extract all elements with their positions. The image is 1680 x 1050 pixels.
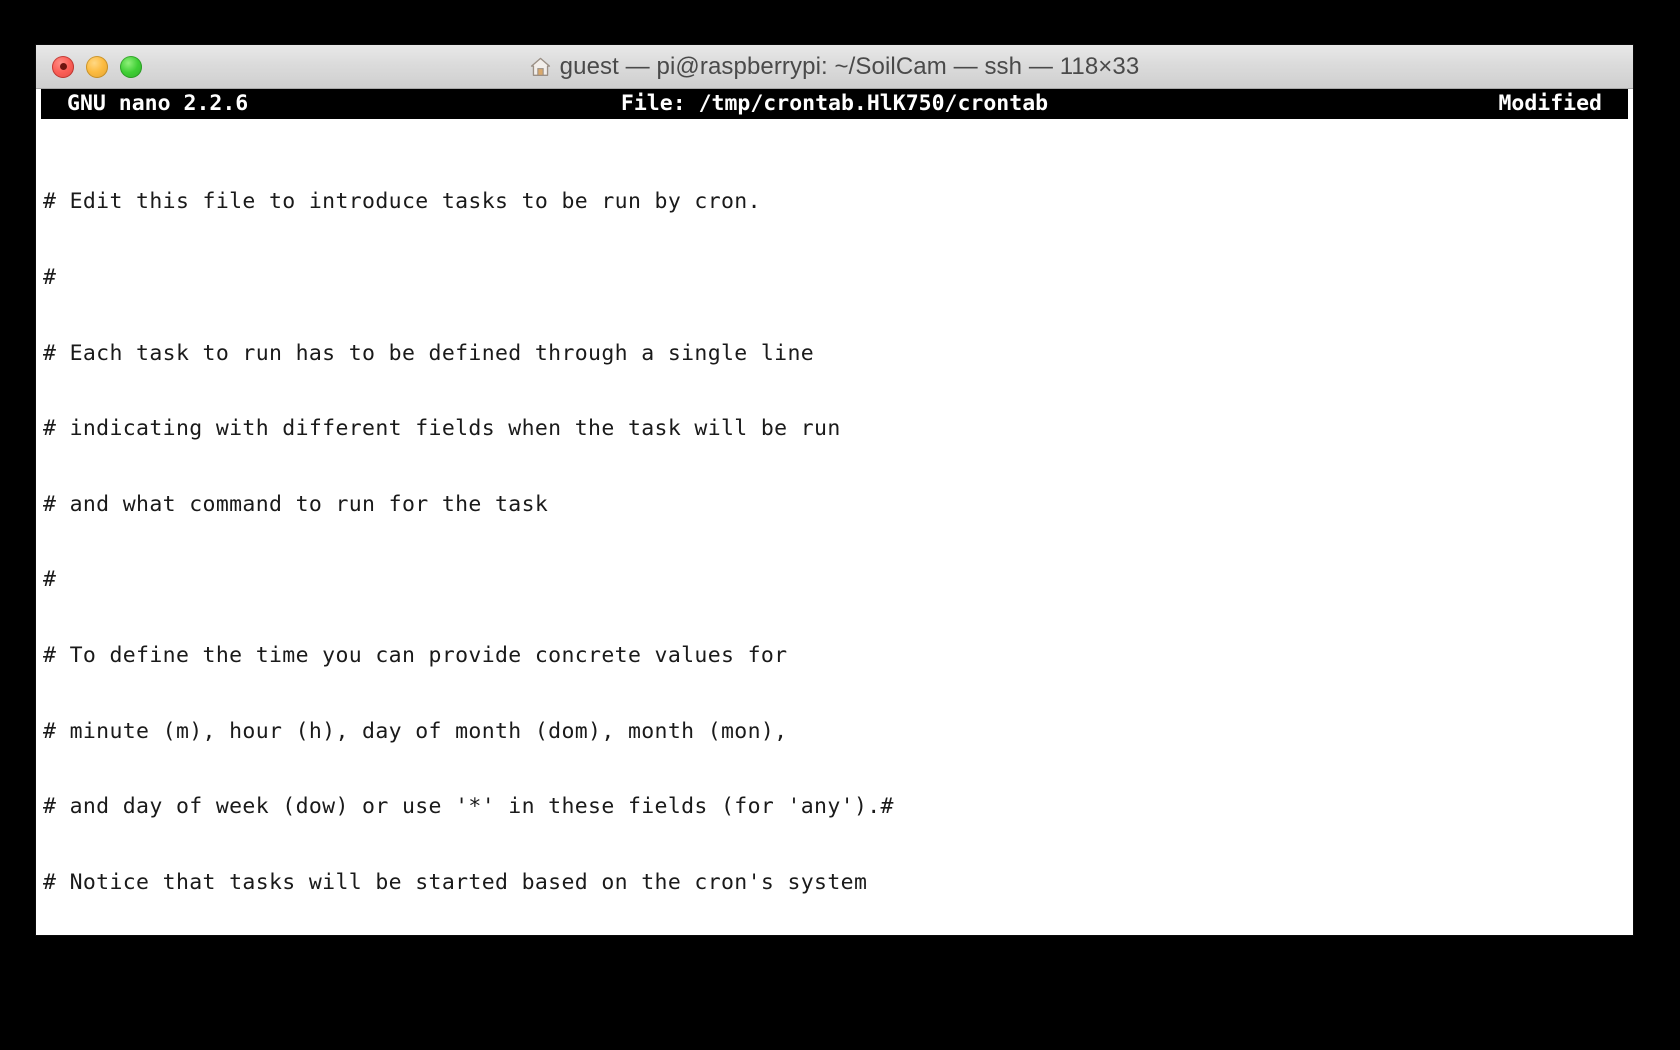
code-line: # Edit this file to introduce tasks to b… bbox=[43, 189, 761, 215]
nano-text-area[interactable]: # Edit this file to introduce tasks to b… bbox=[41, 121, 1628, 935]
nano-status-bar: GNU nano 2.2.6 File: /tmp/crontab.HlK750… bbox=[41, 89, 1628, 119]
window-title-bar[interactable]: guest — pi@raspberrypi: ~/SoilCam — ssh … bbox=[36, 45, 1633, 89]
code-line: # bbox=[43, 265, 57, 290]
window-title-text: guest — pi@raspberrypi: ~/SoilCam — ssh … bbox=[559, 52, 1140, 80]
minimize-window-button[interactable] bbox=[86, 55, 108, 78]
code-line: # Notice that tasks will be started base… bbox=[43, 869, 868, 895]
code-line: # and day of week (dow) or use '*' in th… bbox=[43, 794, 894, 820]
close-window-button[interactable] bbox=[52, 55, 74, 78]
window-controls bbox=[52, 55, 142, 78]
window-title: guest — pi@raspberrypi: ~/SoilCam — ssh … bbox=[36, 53, 1633, 81]
nano-editor[interactable]: GNU nano 2.2.6 File: /tmp/crontab.HlK750… bbox=[36, 89, 1633, 935]
code-line: # bbox=[43, 567, 57, 593]
code-line: # To define the time you can provide con… bbox=[43, 642, 788, 668]
code-line: # Each task to run has to be defined thr… bbox=[43, 340, 815, 366]
nano-filename-label: File: /tmp/crontab.HlK750/crontab bbox=[620, 91, 1049, 116]
code-line: # indicating with different fields when … bbox=[43, 416, 841, 442]
zoom-window-button[interactable] bbox=[120, 55, 142, 78]
terminal-window: guest — pi@raspberrypi: ~/SoilCam — ssh … bbox=[36, 45, 1633, 935]
code-line: # and what command to run for the task bbox=[43, 491, 549, 517]
code-line: # minute (m), hour (h), day of month (do… bbox=[43, 718, 788, 744]
home-icon bbox=[530, 57, 550, 76]
